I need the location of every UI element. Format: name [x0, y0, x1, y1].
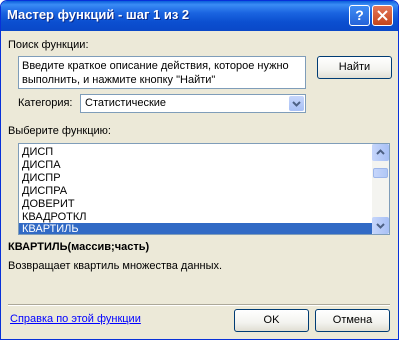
category-label: Категория:: [18, 97, 73, 109]
function-list-label: Выберите функцию:: [8, 125, 111, 137]
divider: [8, 304, 390, 306]
list-item[interactable]: ДИСПА: [19, 159, 373, 172]
list-item[interactable]: ДИСП: [19, 146, 373, 159]
ok-button[interactable]: OK: [234, 309, 309, 332]
help-link[interactable]: Справка по этой функции: [10, 313, 141, 325]
category-value: Статистические: [85, 97, 167, 109]
function-description: Возвращает квартиль множества данных.: [8, 260, 223, 272]
category-select[interactable]: Статистические: [80, 94, 306, 113]
cancel-button[interactable]: Отмена: [315, 309, 390, 332]
scroll-up-button[interactable]: [372, 144, 389, 161]
function-signature: КВАРТИЛЬ(массив;часть): [8, 241, 150, 253]
find-button[interactable]: Найти: [317, 56, 392, 79]
list-item-selected[interactable]: КВАРТИЛЬ: [19, 223, 373, 234]
list-scrollbar[interactable]: [372, 144, 389, 234]
function-list[interactable]: ДИСП ДИСПА ДИСПР ДИСПРА ДОВЕРИТ КВАДРОТК…: [18, 143, 390, 235]
question-mark-icon: ?: [355, 7, 364, 23]
search-label: Поиск функции:: [8, 39, 89, 51]
scroll-thumb[interactable]: [373, 168, 388, 178]
title-bar: Мастер функций - шаг 1 из 2 ?: [1, 1, 398, 31]
function-wizard-dialog: Мастер функций - шаг 1 из 2 ? Поиск функ…: [0, 0, 399, 340]
scroll-down-button[interactable]: [372, 217, 389, 234]
list-item[interactable]: ДИСПРА: [19, 185, 373, 198]
help-button[interactable]: ?: [349, 5, 370, 26]
close-icon: [377, 10, 388, 21]
window-title: Мастер функций - шаг 1 из 2: [7, 7, 190, 22]
list-item[interactable]: ДОВЕРИТ: [19, 198, 373, 211]
close-button[interactable]: [372, 5, 393, 26]
search-input[interactable]: Введите краткое описание действия, котор…: [18, 56, 306, 89]
chevron-down-icon[interactable]: [289, 96, 304, 111]
list-item[interactable]: ДИСПР: [19, 172, 373, 185]
